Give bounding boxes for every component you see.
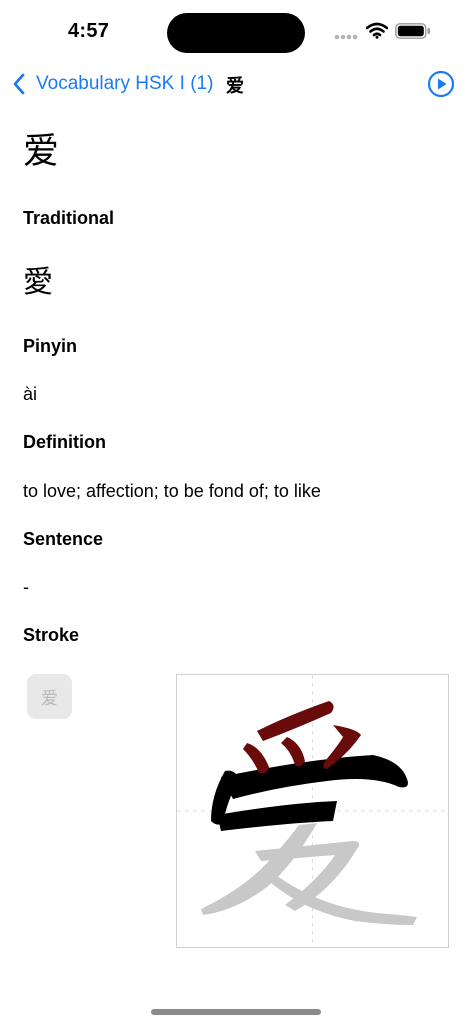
simplified-character: 爱	[23, 131, 60, 172]
stroke-heading: Stroke	[23, 625, 80, 645]
pinyin-heading: Pinyin	[23, 336, 78, 356]
completed-strokes	[211, 755, 408, 831]
stroke-pending-3	[269, 873, 417, 925]
stroke-thumbnail-char: 爱	[41, 689, 58, 709]
back-label: Vocabulary HSK I (1)	[36, 73, 214, 94]
status-time: 4:57	[68, 20, 110, 42]
stroke-animation-canvas[interactable]	[176, 674, 449, 948]
stroke-current-2	[243, 743, 269, 774]
wifi-icon	[366, 22, 388, 39]
navigation-bar: Vocabulary HSK I (1) 爱	[0, 62, 472, 106]
sentence-value: -	[23, 577, 29, 597]
battery-icon	[395, 23, 430, 39]
definition-heading: Definition	[23, 432, 106, 452]
play-circle-icon[interactable]	[427, 70, 455, 98]
stroke-current-3	[281, 737, 305, 767]
sentence-heading: Sentence	[23, 529, 104, 549]
stroke-current-1	[257, 701, 334, 741]
stroke-completed-3	[217, 801, 337, 831]
pinyin-value: ài	[23, 384, 38, 404]
home-indicator[interactable]	[151, 1009, 321, 1015]
definition-value: to love; affection; to be fond of; to li…	[23, 481, 321, 501]
dynamic-island	[167, 13, 305, 53]
traditional-character: 愛	[23, 265, 53, 300]
status-bar: 4:57	[0, 0, 472, 62]
chevron-left-icon	[13, 73, 25, 95]
stroke-completed-1	[221, 755, 408, 799]
cellular-signal-icon	[334, 34, 358, 40]
traditional-heading: Traditional	[23, 208, 115, 228]
pending-strokes	[201, 823, 417, 925]
stroke-order-drawing	[177, 675, 448, 947]
nav-title: 爱	[226, 76, 244, 97]
back-button[interactable]: Vocabulary HSK I (1)	[12, 70, 213, 98]
stroke-thumbnail-button[interactable]: 爱	[27, 674, 72, 719]
